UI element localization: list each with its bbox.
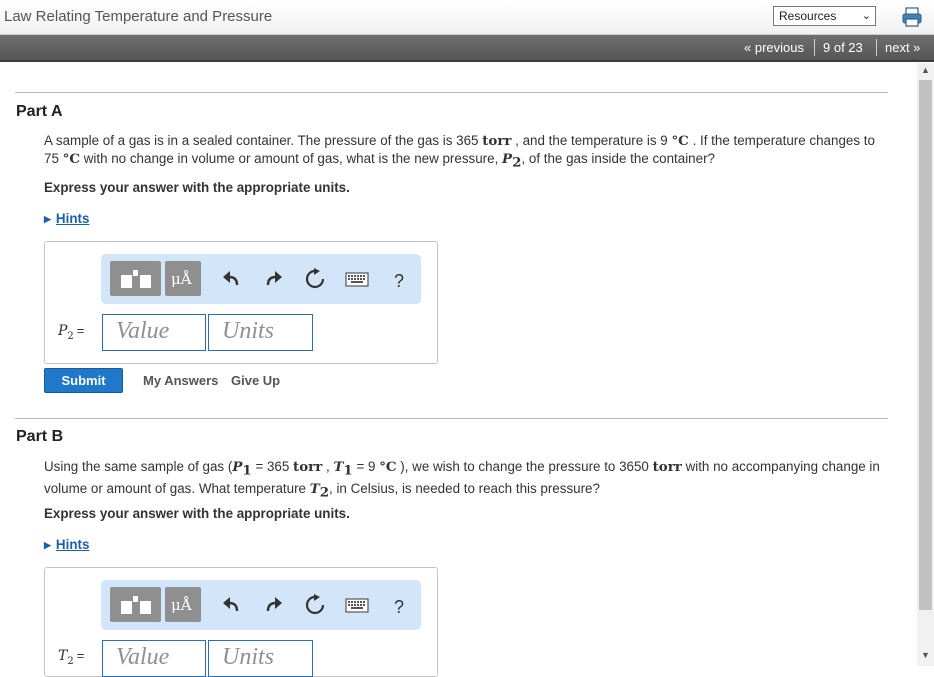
scroll-thumb[interactable]: [919, 80, 932, 610]
page-title: Law Relating Temperature and Pressure: [4, 8, 273, 25]
keyboard-icon[interactable]: [345, 268, 369, 290]
chevron-down-icon: ⌄: [861, 10, 871, 22]
part-b-title: Part B: [16, 428, 64, 445]
nav-divider: [814, 39, 815, 56]
part-b-units-input[interactable]: Units: [208, 640, 313, 677]
part-b-value-input[interactable]: Value: [102, 640, 206, 677]
templates-button[interactable]: [110, 587, 161, 622]
part-a-value-input[interactable]: Value: [102, 314, 206, 351]
part-a-math-toolbar: μÅ ?: [101, 254, 421, 304]
help-button[interactable]: ?: [394, 271, 404, 292]
section-divider: [15, 92, 888, 93]
t2-label: T2 =: [58, 648, 85, 667]
vertical-scrollbar[interactable]: ▲ ▼: [917, 63, 934, 666]
resources-dropdown[interactable]: Resources ⌄: [773, 6, 876, 26]
part-a-title: Part A: [16, 103, 63, 120]
submit-button[interactable]: Submit: [44, 368, 123, 393]
nav-divider: [876, 39, 877, 56]
redo-icon[interactable]: [263, 594, 285, 616]
redo-icon[interactable]: [263, 268, 285, 290]
previous-link[interactable]: « previous: [744, 40, 804, 55]
expand-triangle-icon: ▶: [44, 214, 51, 224]
units-button[interactable]: μÅ: [165, 261, 201, 296]
part-b-math-toolbar: μÅ ?: [101, 580, 421, 630]
part-b-question: Using the same sample of gas (P1 = 365 t…: [44, 459, 880, 501]
top-bar: Law Relating Temperature and Pressure Re…: [0, 0, 934, 35]
part-b-hints-link[interactable]: ▶ Hints: [44, 537, 89, 552]
reset-icon[interactable]: [304, 268, 326, 290]
undo-icon[interactable]: [220, 594, 242, 616]
part-a-hints-link[interactable]: ▶ Hints: [44, 211, 89, 226]
templates-button[interactable]: [110, 261, 161, 296]
keyboard-icon[interactable]: [345, 594, 369, 616]
question-counter: 9 of 23: [823, 40, 863, 55]
part-b-instruction: Express your answer with the appropriate…: [44, 506, 350, 521]
my-answers-button[interactable]: My Answers: [143, 373, 218, 388]
printer-icon[interactable]: [901, 6, 923, 28]
resources-label: Resources: [779, 9, 837, 23]
help-button[interactable]: ?: [394, 597, 404, 618]
next-link[interactable]: next »: [885, 40, 920, 55]
section-divider: [15, 418, 888, 419]
scroll-up-arrow-icon[interactable]: ▲: [917, 65, 934, 79]
units-button[interactable]: μÅ: [165, 587, 201, 622]
p2-label: P2 =: [58, 323, 85, 342]
reset-icon[interactable]: [304, 594, 326, 616]
templates-icon: [121, 596, 151, 614]
scroll-down-arrow-icon[interactable]: ▼: [917, 650, 934, 664]
give-up-button[interactable]: Give Up: [231, 373, 280, 388]
undo-icon[interactable]: [220, 268, 242, 290]
templates-icon: [121, 270, 151, 288]
part-a-question: A sample of a gas is in a sealed contain…: [44, 133, 875, 171]
expand-triangle-icon: ▶: [44, 540, 51, 550]
part-a-units-input[interactable]: Units: [208, 314, 313, 351]
navigation-bar: « previous 9 of 23 next »: [0, 35, 934, 62]
part-a-instruction: Express your answer with the appropriate…: [44, 180, 350, 195]
